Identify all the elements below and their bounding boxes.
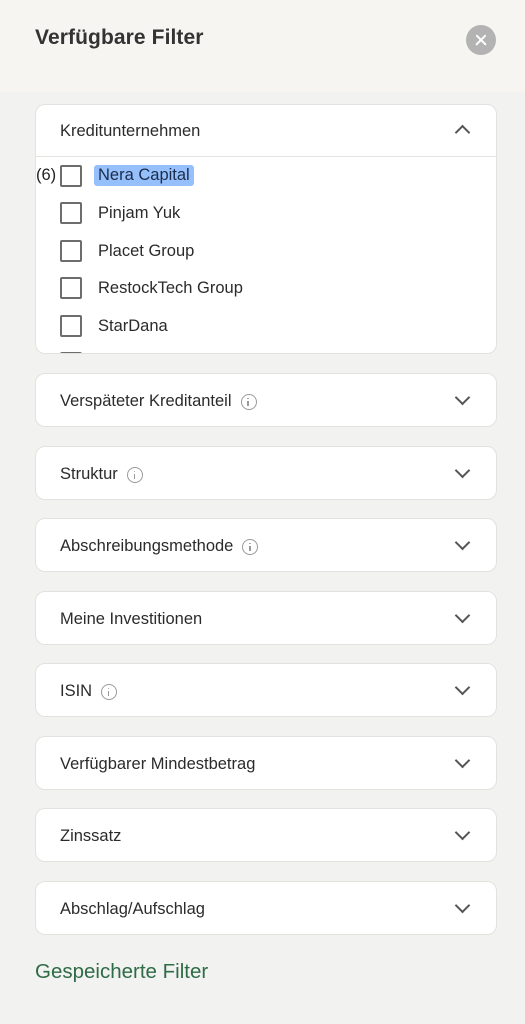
filter-section-lender: Kreditunternehmen Nera Capital Pinjam Yu…: [35, 104, 497, 354]
saved-filters-link[interactable]: Gespeicherte Filter: [35, 960, 208, 984]
filter-section-label: Abschlag/Aufschlag: [60, 900, 205, 918]
lender-option[interactable]: Placet Group: [60, 240, 460, 266]
filter-section-label: Struktur: [60, 465, 118, 483]
filter-section-interest-rate[interactable]: Zinssatz: [35, 808, 497, 862]
chevron-down-icon[interactable]: [454, 824, 471, 841]
filter-section-isin[interactable]: ISIN: [35, 663, 497, 717]
chevron-down-icon[interactable]: [454, 679, 471, 696]
chevron-down-icon[interactable]: [454, 389, 471, 406]
filter-section-amortization[interactable]: Abschreibungsmethode: [35, 518, 497, 572]
option-label: Pinjam Yuk: [98, 204, 181, 222]
chevron-down-icon[interactable]: [454, 462, 471, 479]
checkbox[interactable]: [60, 315, 82, 337]
lender-option[interactable]: RestockTech Group: [60, 277, 460, 303]
checkbox[interactable]: [60, 240, 82, 262]
checkbox[interactable]: [60, 352, 82, 353]
filter-section-label: Zinssatz: [60, 827, 122, 845]
filter-section-min-amount[interactable]: Verfügbarer Mindestbetrag: [35, 736, 497, 790]
filter-section-label[interactable]: Kreditunternehmen: [60, 122, 200, 141]
chevron-up-icon[interactable]: [454, 124, 471, 141]
info-icon[interactable]: [101, 683, 118, 700]
info-icon[interactable]: [240, 393, 257, 410]
page-title: Verfügbare Filter: [35, 26, 204, 49]
filter-section-late-share[interactable]: Verspäteter Kreditanteil: [35, 373, 497, 427]
chevron-down-icon[interactable]: [454, 897, 471, 914]
lender-option-list[interactable]: Nera Capital Pinjam Yuk Placet Group Res…: [36, 157, 496, 353]
chevron-down-icon[interactable]: [454, 752, 471, 769]
option-label: RestockTech Group: [98, 279, 243, 297]
option-label: Placet Group: [98, 242, 195, 260]
chevron-down-icon[interactable]: [454, 534, 471, 551]
option-label: Nera Capital: [94, 165, 194, 186]
checkbox[interactable]: [60, 277, 82, 299]
lender-option[interactable]: Nera Capital: [60, 165, 460, 191]
checkbox[interactable]: [60, 165, 82, 187]
lender-option[interactable]: Pinjam Yuk: [60, 202, 460, 228]
lender-option[interactable]: [60, 352, 460, 353]
filter-panel-header: Verfügbare Filter: [0, 0, 525, 92]
option-label: StarDana: [98, 317, 168, 335]
chevron-down-icon[interactable]: [454, 607, 471, 624]
info-icon[interactable]: [242, 538, 259, 555]
filter-section-structure[interactable]: Struktur: [35, 446, 497, 500]
filter-section-label: ISIN: [60, 682, 93, 700]
info-icon[interactable]: [126, 466, 143, 483]
lender-option[interactable]: StarDana: [60, 315, 460, 341]
filter-section-my-investments[interactable]: Meine Investitionen: [35, 591, 497, 645]
filter-section-discount-premium[interactable]: Abschlag/Aufschlag: [35, 881, 497, 935]
checkbox[interactable]: [60, 202, 82, 224]
filter-section-label: Meine Investitionen: [60, 610, 203, 628]
selection-count: (6): [36, 166, 57, 184]
close-icon[interactable]: [466, 25, 496, 55]
filter-section-label: Verfügbarer Mindestbetrag: [60, 755, 256, 773]
filter-section-label: Verspäteter Kreditanteil: [60, 392, 232, 410]
filter-section-label: Abschreibungsmethode: [60, 537, 234, 555]
